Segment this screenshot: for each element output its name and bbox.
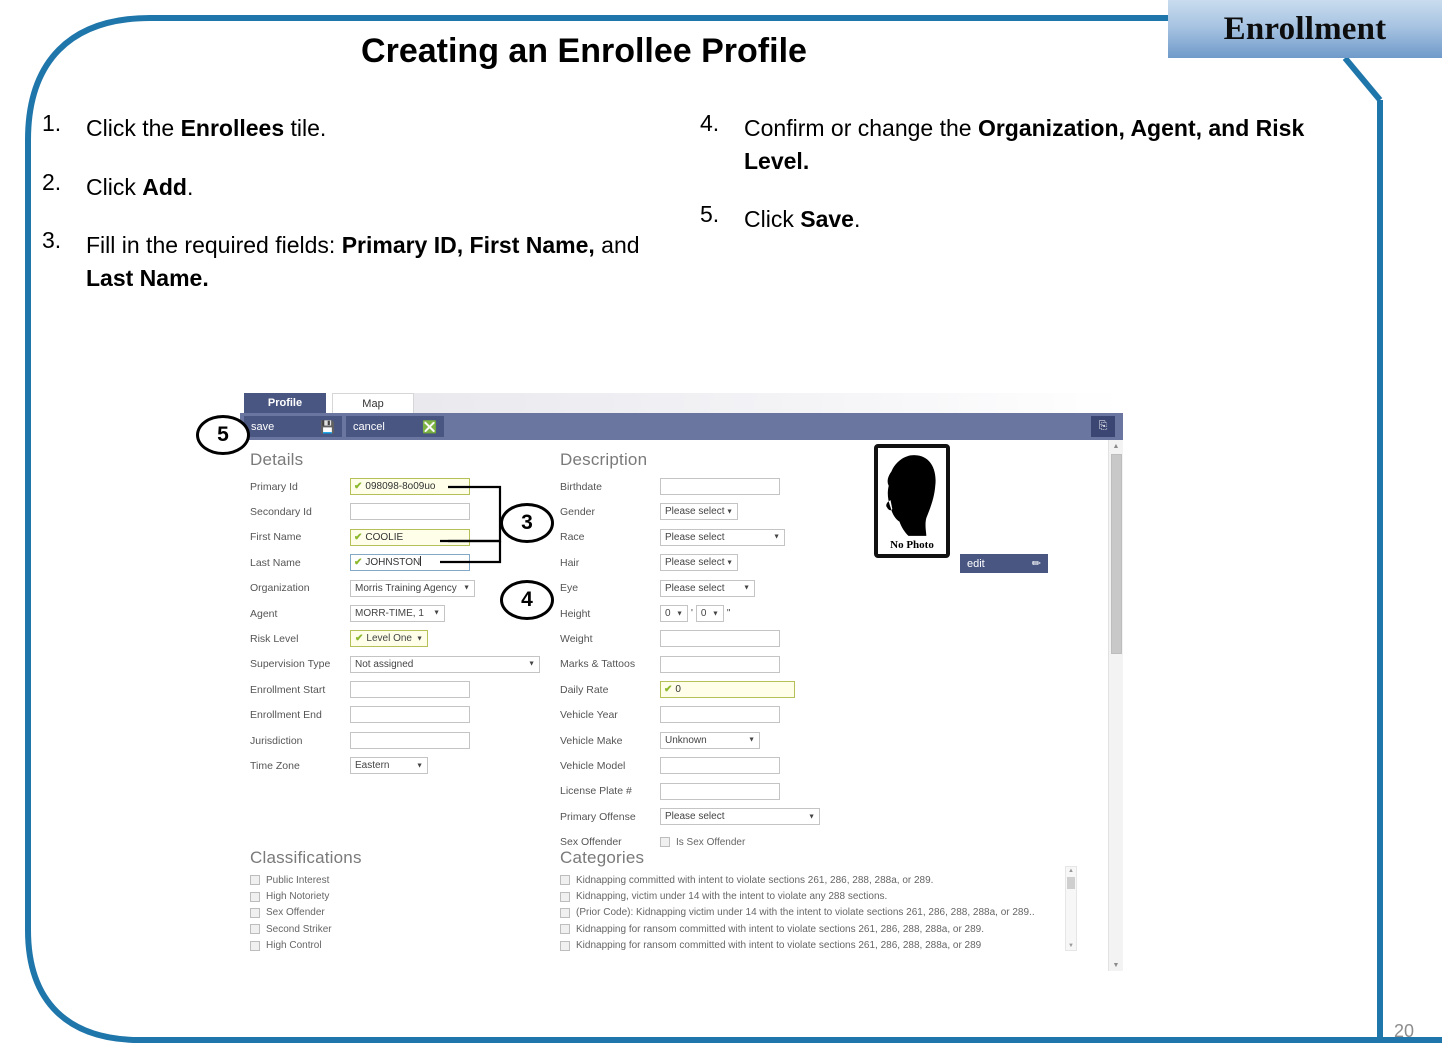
callout-leader-lines (440, 485, 502, 564)
callout-4: 4 (500, 580, 554, 620)
callout-3: 3 (500, 503, 554, 543)
callout-5: 5 (196, 415, 250, 455)
callout-5-label: 5 (217, 423, 229, 446)
callout-4-label: 4 (521, 588, 533, 611)
callout-3-label: 3 (521, 511, 533, 534)
